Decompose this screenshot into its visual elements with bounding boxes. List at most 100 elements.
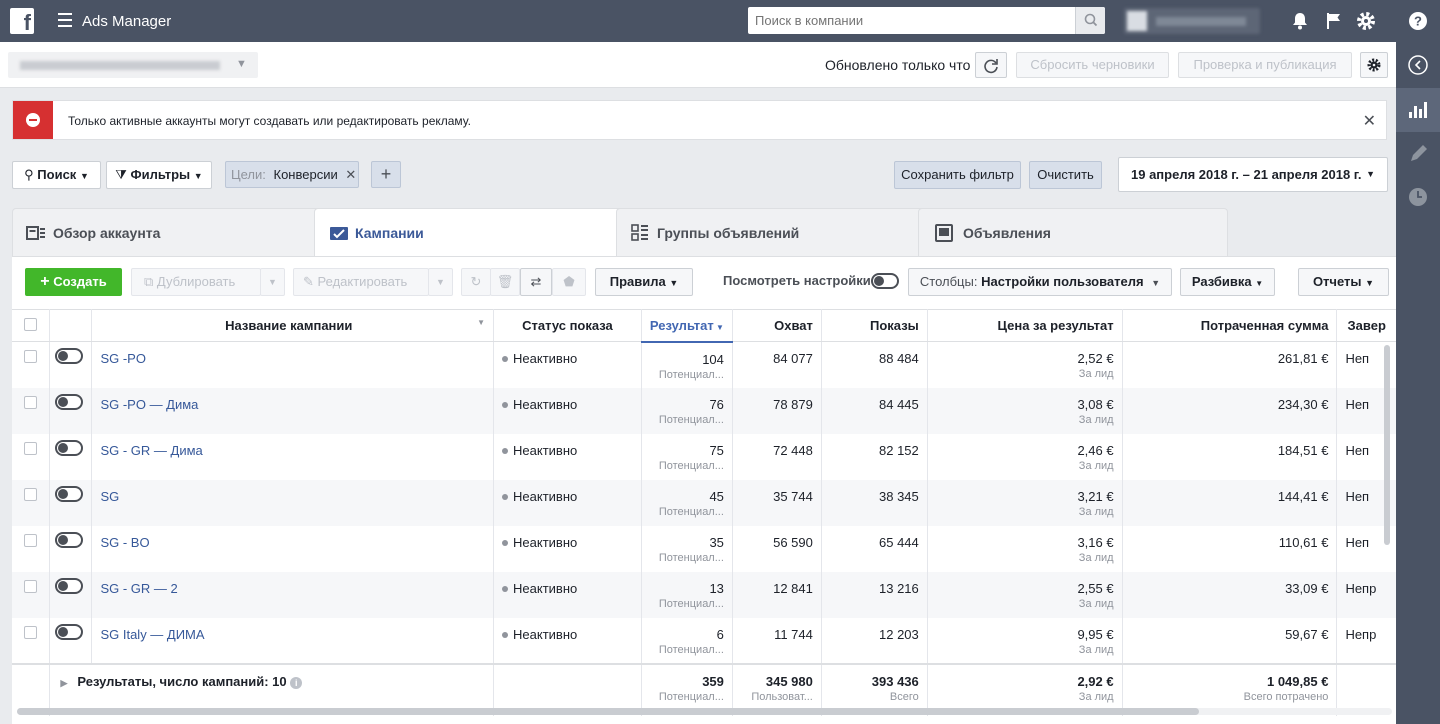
column-header-spent[interactable]: Потраченная сумма	[1122, 309, 1338, 342]
review-publish-button[interactable]: Проверка и публикация	[1178, 52, 1352, 78]
bar-chart-icon	[1409, 102, 1427, 118]
delete-button[interactable]: 🗑	[490, 268, 520, 296]
table-row[interactable]: SG -PO Неактивно 104 Потенциал... 84 077 88 4…	[12, 341, 1396, 388]
flag-icon[interactable]	[1323, 10, 1345, 32]
campaign-name-link[interactable]: SG - BO	[100, 535, 149, 550]
column-header-status[interactable]: Статус показа	[493, 309, 642, 342]
close-icon[interactable]: ✕	[1363, 111, 1376, 131]
remove-chip-icon[interactable]: ✕	[345, 167, 356, 182]
ad-account-selector[interactable]: ▼	[8, 52, 258, 78]
row-checkbox[interactable]	[24, 533, 38, 547]
campaign-on-off-toggle[interactable]	[55, 623, 84, 640]
cost-cell: 3,08 € За лид	[927, 387, 1123, 434]
sidebar-charts-button[interactable]	[1396, 88, 1440, 132]
campaign-name-link[interactable]: SG Italy — ДИМА	[100, 627, 204, 642]
create-button[interactable]: + Создать	[25, 268, 122, 296]
campaign-on-off-toggle[interactable]	[55, 577, 84, 594]
sidebar-history-button[interactable]	[1396, 176, 1440, 220]
table-row[interactable]: SG - BO Неактивно 35 Потенциал... 56 590 65 4…	[12, 525, 1396, 572]
restore-button[interactable]: ↻	[461, 268, 491, 296]
collapse-sidebar-button[interactable]	[1396, 44, 1440, 88]
row-checkbox[interactable]	[24, 395, 38, 409]
edit-button[interactable]: ✎ Редактировать	[293, 268, 429, 296]
ab-test-icon: ⇄	[530, 274, 542, 289]
settings-gear-icon[interactable]	[1355, 10, 1377, 32]
campaign-on-off-toggle[interactable]	[55, 348, 84, 364]
clear-filters-button[interactable]: Очистить	[1029, 161, 1102, 189]
save-filter-button[interactable]: Сохранить фильтр	[894, 161, 1021, 189]
campaign-name-link[interactable]: SG - GR — Дима	[100, 443, 202, 458]
sort-desc-icon: ▼	[713, 322, 724, 332]
tab-ad-sets[interactable]: Группы объявлений	[616, 208, 926, 256]
help-icon[interactable]: ?	[1407, 10, 1429, 32]
account-switcher[interactable]	[1124, 8, 1260, 34]
column-header-results[interactable]: Результат ▼	[641, 309, 733, 343]
search-button[interactable]	[1075, 7, 1105, 34]
filters-button[interactable]: ⧩ Фильтры ▼	[106, 161, 212, 189]
table-row[interactable]: SG Italy — ДИМА Неактивно 6 Потенциал... 11 …	[12, 617, 1396, 664]
sidebar-edit-button[interactable]	[1396, 132, 1440, 176]
reset-drafts-button[interactable]: Сбросить черновики	[1016, 52, 1169, 78]
tab-account-overview[interactable]: Обзор аккаунта	[12, 208, 322, 256]
restore-icon: ↻	[470, 274, 482, 289]
table-row[interactable]: SG - GR — 2 Неактивно 13 Потенциал... 12 841…	[12, 571, 1396, 618]
duplicate-button[interactable]: ⧉ Дублировать	[131, 268, 261, 296]
select-all-checkbox[interactable]	[24, 317, 38, 331]
search-input[interactable]	[748, 7, 1074, 34]
filter-chip-objective[interactable]: Цели: Конверсии ✕	[225, 161, 359, 188]
tag-button[interactable]: ⬟	[552, 268, 586, 296]
column-header-name[interactable]: Название кампании ▼	[91, 309, 495, 342]
view-settings-toggle[interactable]	[871, 273, 899, 292]
tab-ads[interactable]: Объявления	[918, 208, 1228, 256]
pencil-icon: ✎	[303, 274, 314, 289]
search-filter-button[interactable]: ⚲ Поиск ▼	[12, 161, 101, 189]
notifications-icon[interactable]	[1289, 10, 1311, 32]
row-checkbox[interactable]	[24, 441, 38, 455]
reach-cell: 11 744	[732, 617, 822, 664]
tab-campaigns[interactable]: Кампании	[314, 208, 624, 258]
row-checkbox[interactable]	[24, 487, 38, 501]
table-row[interactable]: SG Неактивно 45 Потенциал... 35 744 38 345 3,2…	[12, 479, 1396, 526]
cost-value: 2,55 €	[1077, 580, 1114, 596]
row-checkbox[interactable]	[24, 350, 38, 363]
columns-dropdown[interactable]: Столбцы: Настройки пользователя ▼	[908, 268, 1172, 296]
row-toggle-cell	[49, 525, 93, 572]
breakdown-dropdown[interactable]: Разбивка ▼	[1180, 268, 1275, 296]
total-value: 359	[702, 673, 724, 689]
campaign-name-link[interactable]: SG - GR — 2	[100, 581, 177, 596]
facebook-logo-icon[interactable]: f	[10, 8, 34, 34]
status-cell: Неактивно	[493, 525, 642, 572]
rules-button[interactable]: Правила ▼	[595, 268, 693, 296]
horizontal-scrollbar[interactable]	[17, 708, 1392, 715]
refresh-button[interactable]	[975, 52, 1007, 78]
campaign-name-link[interactable]: SG -PO — Дима	[100, 397, 198, 412]
duplicate-dropdown[interactable]: ▼	[260, 268, 285, 296]
ab-test-button[interactable]: ⇄	[520, 268, 552, 296]
menu-icon[interactable]	[58, 13, 72, 27]
expand-caret-icon[interactable]: ▶	[60, 678, 67, 688]
info-icon[interactable]: i	[290, 676, 303, 689]
row-checkbox[interactable]	[24, 625, 38, 639]
column-header-reach[interactable]: Охват	[732, 309, 822, 342]
campaign-on-off-toggle[interactable]	[55, 393, 84, 410]
vertical-scrollbar[interactable]	[1384, 345, 1390, 545]
reports-dropdown[interactable]: Отчеты ▼	[1298, 268, 1389, 296]
cost-cell: 2,55 € За лид	[927, 571, 1123, 618]
campaign-on-off-toggle[interactable]	[55, 485, 84, 502]
column-header-cost[interactable]: Цена за результат	[927, 309, 1123, 342]
account-settings-button[interactable]	[1360, 52, 1388, 78]
campaign-name-link[interactable]: SG -PO	[100, 351, 146, 366]
date-range-picker[interactable]: 19 апреля 2018 г. – 21 апреля 2018 г. ▼	[1118, 157, 1388, 192]
campaign-on-off-toggle[interactable]	[55, 531, 84, 548]
scrollbar-thumb[interactable]	[17, 708, 1199, 715]
table-row[interactable]: SG - GR — Дима Неактивно 75 Потенциал... 72 …	[12, 433, 1396, 480]
row-checkbox[interactable]	[24, 579, 38, 593]
table-row[interactable]: SG -PO — Дима Неактивно 76 Потенциал... 78 8…	[12, 387, 1396, 434]
campaign-on-off-toggle[interactable]	[55, 439, 84, 456]
column-header-end[interactable]: Завер	[1336, 309, 1396, 342]
edit-dropdown[interactable]: ▼	[428, 268, 453, 296]
add-filter-button[interactable]: +	[371, 161, 401, 188]
column-header-impressions[interactable]: Показы	[821, 309, 928, 342]
search-icon	[1084, 13, 1098, 27]
campaign-name-link[interactable]: SG	[100, 489, 119, 504]
